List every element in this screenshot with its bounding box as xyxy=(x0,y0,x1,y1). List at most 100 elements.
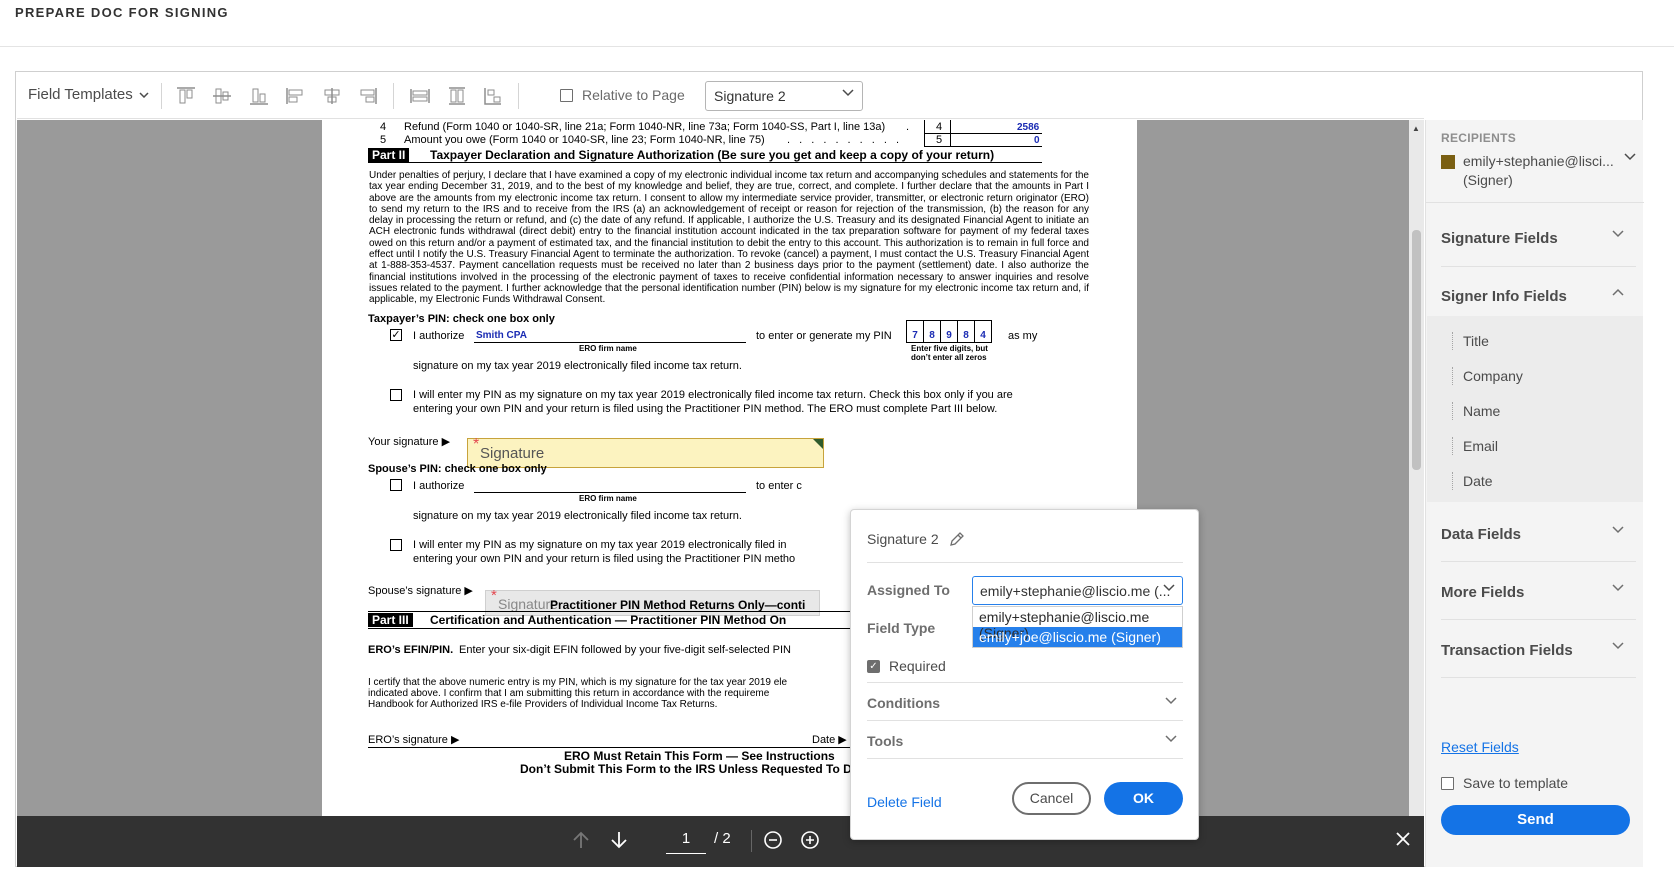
align-middle-icon[interactable] xyxy=(211,86,233,106)
part-2-tag: Part II xyxy=(368,148,410,162)
match-height-icon[interactable] xyxy=(446,86,468,106)
tools-section[interactable]: Tools xyxy=(867,733,1183,749)
signer-info-item-name[interactable]: Name xyxy=(1463,403,1500,419)
checkbox-checked-icon[interactable]: ✓ xyxy=(867,659,880,673)
signer-info-item-title[interactable]: Title xyxy=(1463,333,1489,349)
spouse-will-enter-checkbox[interactable] xyxy=(390,539,402,551)
ero-firm-label: ERO firm name xyxy=(579,494,637,503)
assigned-to-select[interactable]: emily+stephanie@liscio.me (... xyxy=(972,576,1183,605)
divider xyxy=(1441,561,1636,562)
tools-label: Tools xyxy=(867,733,904,749)
certify-text: I certify that the above numeric entry i… xyxy=(368,677,788,688)
save-to-template-checkbox[interactable]: Save to template xyxy=(1441,775,1568,791)
signer-info-item-email[interactable]: Email xyxy=(1463,438,1498,454)
chevron-down-icon xyxy=(1165,735,1177,743)
align-left-icon[interactable] xyxy=(284,86,306,106)
more-fields-section[interactable]: More Fields xyxy=(1441,584,1636,601)
will-enter-text: entering your own PIN and your return is… xyxy=(413,403,998,415)
send-button[interactable]: Send xyxy=(1441,805,1630,835)
zoom-in-icon[interactable] xyxy=(800,830,820,855)
zoom-out-icon[interactable] xyxy=(763,830,783,855)
align-top-icon[interactable] xyxy=(175,86,197,106)
field-select[interactable]: Signature 2 xyxy=(705,81,863,111)
required-checkbox[interactable]: ✓ Required xyxy=(867,658,946,674)
align-bottom-icon[interactable] xyxy=(248,86,270,106)
scroll-up-icon[interactable]: ▲ xyxy=(1412,124,1420,133)
five-digits-note: don’t enter all zeros xyxy=(911,353,987,362)
signer-info-item-company[interactable]: Company xyxy=(1463,368,1523,384)
ok-button[interactable]: OK xyxy=(1104,782,1183,815)
transaction-fields-section[interactable]: Transaction Fields xyxy=(1441,642,1636,659)
assignee-option-highlighted[interactable]: emily+joe@liscio.me (Signer) xyxy=(973,627,1182,647)
page-total: / 2 xyxy=(714,830,731,847)
divider xyxy=(867,758,1183,759)
previous-page-icon[interactable] xyxy=(571,830,591,855)
chevron-down-icon xyxy=(1624,153,1636,161)
signer-info-fields-section[interactable]: Signer Info Fields xyxy=(1441,288,1636,305)
ero-firm-value: Smith CPA xyxy=(476,330,527,341)
spouse-pin-heading: Spouse’s PIN: check one box only xyxy=(368,463,547,475)
authorize-checkbox[interactable]: ✓ xyxy=(390,329,402,341)
practitioner-only-heading: Practitioner PIN Method Returns Only—con… xyxy=(550,598,806,612)
required-label: Required xyxy=(889,658,946,674)
certify-text: Handbook for Authorized IRS e-file Provi… xyxy=(368,699,718,710)
pin-digit: 4 xyxy=(974,320,992,343)
reset-fields-link[interactable]: Reset Fields xyxy=(1441,739,1519,755)
delete-field-link[interactable]: Delete Field xyxy=(867,794,942,810)
pager-divider xyxy=(751,830,752,852)
checkbox-box[interactable] xyxy=(1441,776,1454,790)
line-5-number: 5 xyxy=(380,134,387,146)
chevron-up-icon xyxy=(1612,288,1624,296)
conditions-section[interactable]: Conditions xyxy=(867,695,1183,711)
next-page-icon[interactable] xyxy=(609,830,629,855)
header-bar: PREPARE DOC FOR SIGNING xyxy=(0,0,1674,47)
recipient-email: emily+stephanie@lisci... xyxy=(1463,153,1614,169)
will-enter-text: I will enter my PIN as my signature on m… xyxy=(413,539,787,551)
to-enter-text: to enter or generate my PIN xyxy=(756,330,892,342)
checkbox-box[interactable] xyxy=(560,88,573,102)
popup-header: Signature 2 xyxy=(867,531,965,547)
vertical-scrollbar[interactable]: ▲ xyxy=(1409,120,1424,816)
assignee-option[interactable]: emily+stephanie@liscio.me (Signer) xyxy=(973,607,1182,641)
line-5-dots: . . . . . . . . . . xyxy=(787,134,903,146)
toolbar-divider xyxy=(518,83,519,109)
page-number-input[interactable]: 1 xyxy=(666,830,706,854)
i-authorize-label: I authorize xyxy=(413,330,465,342)
sig-on-return-text: signature on my tax year 2019 electronic… xyxy=(413,360,742,372)
rule xyxy=(368,162,1042,163)
relative-to-page-checkbox[interactable]: Relative to Page xyxy=(560,87,685,103)
your-signature-label: Your signature ▶ xyxy=(368,436,451,448)
will-enter-checkbox[interactable] xyxy=(390,389,402,401)
toolbar-divider xyxy=(161,83,162,109)
chevron-down-icon xyxy=(1612,584,1624,592)
i-authorize-label: I authorize xyxy=(413,480,465,492)
signer-info-item-date[interactable]: Date xyxy=(1463,473,1493,489)
conditions-label: Conditions xyxy=(867,695,941,711)
match-width-icon[interactable] xyxy=(409,86,431,106)
document-viewer: 4 Refund (Form 1040 or 1040-SR, line 21a… xyxy=(17,120,1424,816)
cancel-button[interactable]: Cancel xyxy=(1012,782,1091,815)
pencil-icon[interactable] xyxy=(949,531,965,547)
signature-fields-section[interactable]: Signature Fields xyxy=(1441,230,1636,247)
fields-sidebar: RECIPIENTS emily+stephanie@lisci... (Sig… xyxy=(1425,120,1644,867)
match-size-icon[interactable] xyxy=(482,86,504,106)
close-icon[interactable] xyxy=(1394,830,1412,853)
recipient-select[interactable]: emily+stephanie@lisci... (Signer) xyxy=(1441,152,1636,190)
scrollbar-thumb[interactable] xyxy=(1412,230,1421,470)
spouse-authorize-checkbox[interactable] xyxy=(390,479,402,491)
pin-digit: 8 xyxy=(923,320,941,343)
chevron-down-icon xyxy=(1612,230,1624,238)
field-templates-dropdown[interactable]: Field Templates xyxy=(28,86,149,103)
align-center-icon[interactable] xyxy=(321,86,343,106)
taxpayer-pin-heading: Taxpayer’s PIN: check one box only xyxy=(368,313,555,325)
chevron-down-icon xyxy=(1612,526,1624,534)
field-corner-marker xyxy=(813,439,823,449)
chevron-down-icon xyxy=(842,89,854,97)
divider xyxy=(1441,677,1636,678)
data-fields-section[interactable]: Data Fields xyxy=(1441,526,1636,543)
editor-frame: Field Templates Relative to Page Signatu… xyxy=(15,71,1644,867)
align-right-icon[interactable] xyxy=(357,86,379,106)
divider xyxy=(867,720,1183,721)
part-3-title: Certification and Authentication — Pract… xyxy=(430,613,787,627)
tree-line xyxy=(1452,367,1453,385)
